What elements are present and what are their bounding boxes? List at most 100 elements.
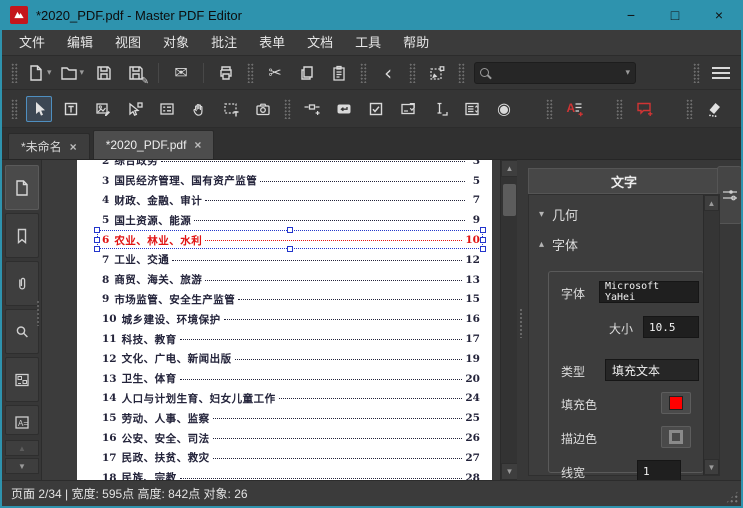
section-geometry[interactable]: ▾ 几何 <box>539 205 578 224</box>
toc-entry[interactable]: 18 民族、宗教 28 <box>102 468 480 480</box>
combobox-tool-button[interactable] <box>395 96 421 122</box>
new-document-button[interactable]: ▾ <box>26 60 53 86</box>
snapshot-tool-button[interactable] <box>250 96 276 122</box>
toc-entry[interactable]: 17 民政、扶贫、救灾 27 <box>102 448 480 468</box>
menu-item[interactable]: 帮助 <box>392 30 440 55</box>
menu-item[interactable]: 对象 <box>152 30 200 55</box>
tab-close-icon[interactable] <box>70 140 77 154</box>
toc-entry[interactable]: 15 劳动、人事、监察 25 <box>102 408 480 428</box>
toc-entry[interactable]: 9 市场监管、安全生产监管 15 <box>102 290 480 310</box>
fill-color-button[interactable] <box>661 392 691 414</box>
sidebar-annotations-button[interactable]: A= <box>5 405 39 435</box>
edit-vector-tool-button[interactable] <box>122 96 148 122</box>
panel-scrollbar[interactable]: ▲ ▼ <box>703 195 719 475</box>
selection-handle[interactable] <box>480 245 486 252</box>
toolbar-grip[interactable] <box>360 62 368 83</box>
fit-page-button[interactable] <box>424 60 450 86</box>
toc-entry[interactable]: 7 工业、交通 12 <box>102 250 480 270</box>
toolbar-grip[interactable] <box>284 98 291 119</box>
selection-handle[interactable] <box>94 245 100 252</box>
menu-item[interactable]: 工具 <box>344 30 392 55</box>
toc-entry[interactable]: 6 农业、林业、水利 10 <box>94 227 486 252</box>
edit-text-tool-button[interactable] <box>58 96 84 122</box>
checkbox-tool-button[interactable] <box>363 96 389 122</box>
scrollbar-thumb[interactable] <box>503 184 516 216</box>
back-button[interactable]: ‹ <box>375 60 401 86</box>
scroll-up-arrow[interactable]: ▲ <box>501 160 518 177</box>
toolbar-grip[interactable] <box>409 62 417 83</box>
menu-item[interactable]: 批注 <box>200 30 248 55</box>
save-as-button[interactable]: ✎ <box>123 60 149 87</box>
copy-button[interactable] <box>294 60 320 86</box>
toc-entry[interactable]: 10 城乡建设、环境保护 16 <box>102 309 480 329</box>
toc-entry[interactable]: 12 文化、广电、新闻出版 19 <box>102 349 480 369</box>
scroll-down-arrow[interactable]: ▼ <box>501 463 518 480</box>
toolbar-grip[interactable] <box>247 62 255 83</box>
new-document-dropdown-icon[interactable]: ▾ <box>47 68 52 78</box>
print-button[interactable] <box>213 60 239 86</box>
toc-entry[interactable]: 13 卫生、体育 20 <box>102 369 480 389</box>
toc-entry[interactable]: 4 财政、金融、审计 7 <box>102 191 480 211</box>
toolbar-grip[interactable] <box>546 98 553 119</box>
panel-scroll-down-arrow[interactable]: ▼ <box>704 459 719 475</box>
maximize-button[interactable]: □ <box>653 0 697 30</box>
toc-entry[interactable]: 16 公安、安全、司法 26 <box>102 428 480 448</box>
menu-item[interactable]: 视图 <box>104 30 152 55</box>
select-tool-button[interactable] <box>26 95 52 122</box>
add-text-annotation-button[interactable]: A <box>561 96 587 122</box>
search-box[interactable]: ▾ <box>474 61 637 84</box>
toolbar-grip[interactable] <box>11 98 18 119</box>
sidebar-pages-button[interactable] <box>5 165 39 210</box>
add-comment-button[interactable] <box>631 96 657 122</box>
menu-item[interactable]: 文件 <box>8 30 56 55</box>
sidebar-scroll-up-button[interactable]: ▲ <box>5 440 39 456</box>
document-scrollbar[interactable]: ▲ ▼ <box>500 160 518 480</box>
sidebar-scroll-down-button[interactable]: ▼ <box>5 458 39 474</box>
toc-entry[interactable]: 3 国民经济管理、国有资产监管 5 <box>102 171 480 191</box>
push-button-tool-button[interactable] <box>331 96 357 122</box>
email-button[interactable]: ✉ <box>168 60 194 86</box>
document-tab[interactable]: *未命名 <box>8 133 90 159</box>
form-edit-tool-button[interactable] <box>299 96 325 122</box>
panel-splitter[interactable] <box>517 160 524 480</box>
search-dropdown-icon[interactable]: ▾ <box>626 68 631 78</box>
menu-item[interactable]: 文档 <box>296 30 344 55</box>
minimize-button[interactable]: − <box>609 0 653 30</box>
toolbar-grip[interactable] <box>616 98 623 119</box>
toc-entry[interactable]: 5 国土资源、能源 9 <box>102 210 480 230</box>
open-file-button[interactable]: ▾ <box>59 60 86 86</box>
form-list-tool-button[interactable] <box>154 96 180 122</box>
document-tab[interactable]: *2020_PDF.pdf <box>92 130 215 159</box>
sidebar-form-fields-button[interactable] <box>5 357 39 402</box>
line-width-value[interactable]: 1 <box>637 460 681 482</box>
toolbar-grip[interactable] <box>11 62 18 83</box>
select-text-tool-button[interactable] <box>218 96 244 122</box>
pdf-page[interactable]: 2 综合政务 3 3 国民经济管理、国有资产监管 5 4 财政、金融、审计 7 … <box>77 160 492 480</box>
sidebar-attachments-button[interactable] <box>5 261 39 306</box>
eraser-button[interactable] <box>701 96 727 122</box>
toolbar-grip[interactable] <box>458 62 466 83</box>
resize-grip[interactable] <box>725 490 739 504</box>
text-field-tool-button[interactable] <box>427 96 453 122</box>
radio-button-tool-button[interactable]: ◉ <box>491 96 517 122</box>
selection-handle[interactable] <box>94 236 100 243</box>
listbox-tool-button[interactable] <box>459 96 485 122</box>
edit-image-tool-button[interactable] <box>90 96 116 122</box>
toolbar-grip[interactable] <box>686 98 693 119</box>
tab-close-icon[interactable] <box>194 138 201 152</box>
toc-entry[interactable]: 14 人口与计划生育、妇女儿童工作 24 <box>102 389 480 409</box>
main-menu-button[interactable] <box>708 60 734 86</box>
toc-entry[interactable]: 2 综合政务 3 <box>102 160 480 171</box>
sidebar-bookmarks-button[interactable] <box>5 213 39 258</box>
save-button[interactable] <box>91 60 117 86</box>
close-button[interactable]: × <box>697 0 741 30</box>
sidebar-grip[interactable] <box>36 300 40 326</box>
sidebar-search-button[interactable] <box>5 309 39 354</box>
type-select[interactable]: 填充文本 <box>605 359 699 381</box>
paste-button[interactable] <box>326 60 352 86</box>
hand-tool-button[interactable] <box>186 96 212 122</box>
font-name-value[interactable]: Microsoft YaHei <box>599 281 699 303</box>
selection-handle[interactable] <box>480 236 486 243</box>
font-size-value[interactable]: 10.5 <box>643 316 699 338</box>
section-font[interactable]: ▴ 字体 <box>539 235 578 254</box>
